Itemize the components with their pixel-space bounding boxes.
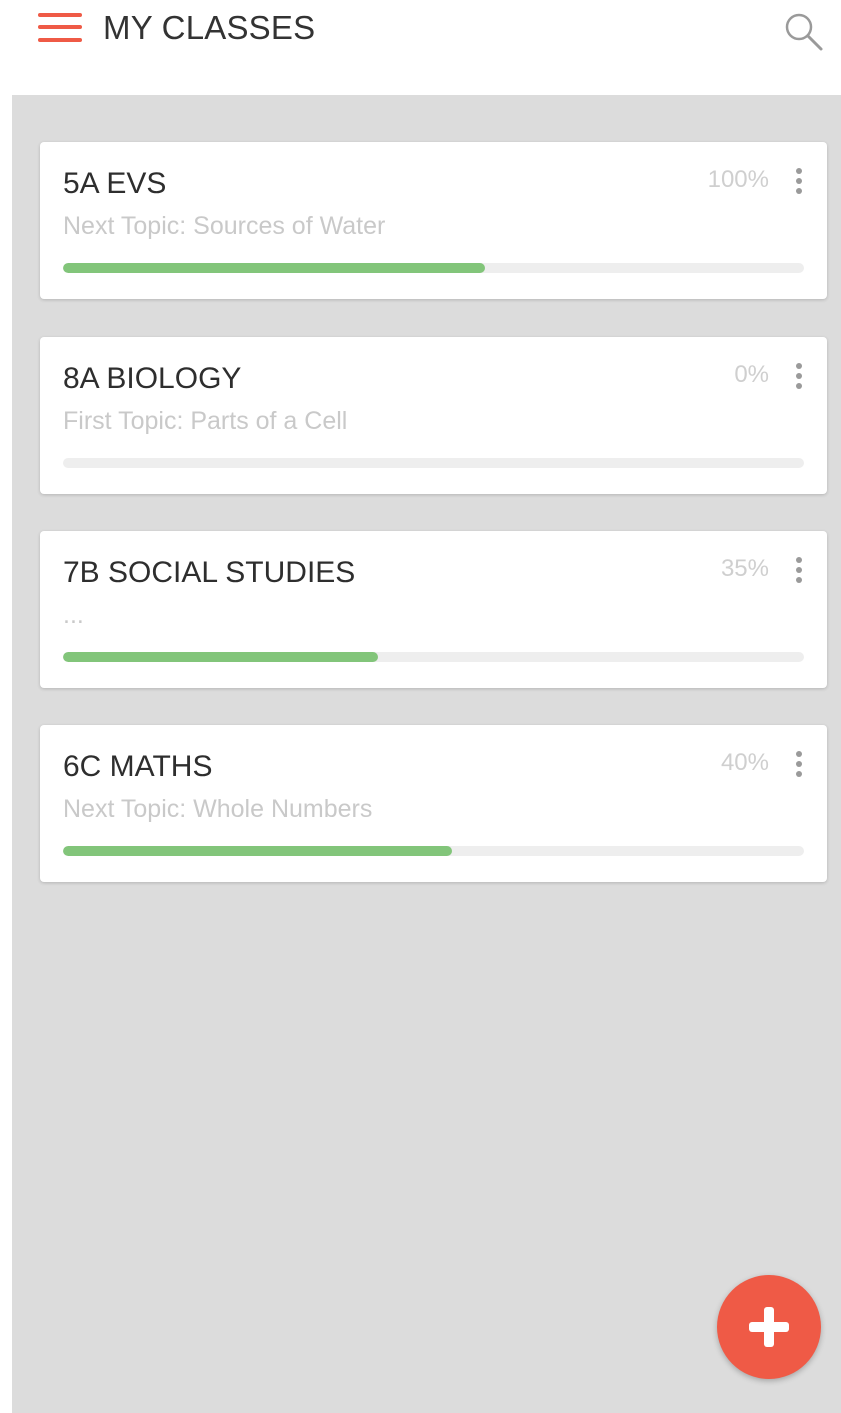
progress-bar-fill <box>63 263 486 273</box>
progress-bar <box>63 263 804 273</box>
app-header: MY CLASSES <box>0 0 841 95</box>
add-class-button[interactable] <box>717 1275 821 1379</box>
class-card[interactable]: 6C MATHS Next Topic: Whole Numbers 40% <box>40 725 827 882</box>
more-options-icon[interactable] <box>791 361 807 393</box>
class-progress-percent: 40% <box>720 749 769 776</box>
class-progress-percent: 35% <box>720 555 769 582</box>
class-title: 5A EVS <box>63 167 167 200</box>
progress-bar <box>63 846 804 856</box>
class-card[interactable]: 5A EVS Next Topic: Sources of Water 100% <box>40 142 827 299</box>
more-options-icon[interactable] <box>791 166 807 198</box>
class-next-topic: ... <box>63 601 84 629</box>
plus-icon <box>764 1307 774 1347</box>
hamburger-menu-icon[interactable] <box>38 10 82 46</box>
class-title: 6C MATHS <box>63 750 213 783</box>
search-icon[interactable] <box>782 10 826 54</box>
class-progress-percent: 100% <box>707 166 769 193</box>
class-next-topic: First Topic: Parts of a Cell <box>63 407 348 435</box>
class-list: 5A EVS Next Topic: Sources of Water 100%… <box>12 95 841 1413</box>
class-title: 7B SOCIAL STUDIES <box>63 556 356 589</box>
progress-bar-fill <box>63 652 378 662</box>
page-title: MY CLASSES <box>103 9 316 46</box>
class-next-topic: Next Topic: Whole Numbers <box>63 795 373 823</box>
class-card[interactable]: 7B SOCIAL STUDIES ... 35% <box>40 531 827 688</box>
progress-bar-fill <box>63 846 453 856</box>
more-options-icon[interactable] <box>791 555 807 587</box>
progress-bar <box>63 458 804 468</box>
progress-bar <box>63 652 804 662</box>
class-next-topic: Next Topic: Sources of Water <box>63 212 386 240</box>
more-options-icon[interactable] <box>791 749 807 781</box>
class-card[interactable]: 8A BIOLOGY First Topic: Parts of a Cell … <box>40 337 827 494</box>
class-progress-percent: 0% <box>734 361 769 388</box>
class-title: 8A BIOLOGY <box>63 362 242 395</box>
